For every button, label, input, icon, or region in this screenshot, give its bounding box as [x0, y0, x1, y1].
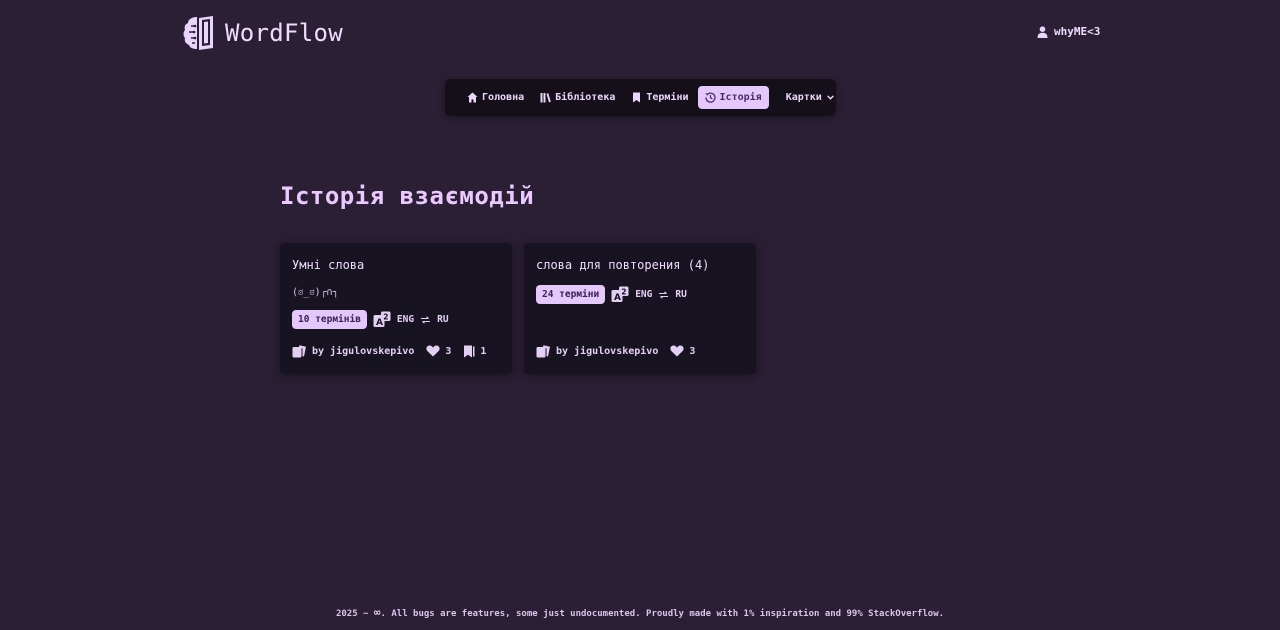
heart-icon[interactable]: [670, 345, 684, 357]
card-footer: by jigulovskepivo 3: [536, 344, 695, 358]
svg-text:2: 2: [622, 288, 627, 297]
nav-history-label: Історія: [719, 92, 762, 103]
svg-text:2: 2: [383, 313, 388, 322]
user-menu[interactable]: whyME<3: [1037, 25, 1100, 38]
footer: 2025 ~ ∞. All bugs are features, some ju…: [0, 606, 1280, 619]
chevron-down-icon: [826, 95, 834, 100]
cards-icon: [292, 345, 306, 358]
lang-from: ENG: [635, 289, 653, 300]
likes-count: 3: [689, 345, 696, 357]
card-author: by jigulovskepivo: [312, 345, 415, 357]
nav-home-label: Головна: [482, 92, 525, 103]
lang-from: ENG: [396, 314, 415, 325]
card-author: by jigulovskepivo: [556, 345, 659, 357]
footer-year: 2025 ~: [335, 609, 369, 619]
nav-terms-label: Терміни: [646, 92, 689, 103]
history-icon: [704, 92, 716, 103]
app-name: WordFlow: [225, 19, 343, 47]
nav-library[interactable]: Бібліотека: [533, 86, 622, 109]
swap-arrows-icon: [659, 290, 669, 299]
swap-arrows-icon: [421, 315, 431, 324]
card-title: слова для повторения (4): [536, 258, 710, 272]
infinity-icon: ∞: [373, 606, 381, 619]
translate-icon: A 2: [373, 311, 391, 328]
nav-history[interactable]: Історія: [697, 86, 769, 109]
main-nav: Головна Бібліотека Терміни Історія Картк…: [445, 79, 836, 116]
user-icon: [1037, 25, 1048, 38]
lang-to: RU: [437, 314, 449, 325]
saves-count: 1: [480, 345, 487, 357]
card-footer: by jigulovskepivo 3 1: [292, 344, 486, 358]
nav-library-label: Бібліотека: [555, 92, 616, 103]
nav-cards-dropdown[interactable]: Картки: [779, 86, 842, 109]
translate-icon: A 2: [611, 286, 629, 303]
bookmark-icon[interactable]: [463, 345, 475, 358]
brand[interactable]: WordFlow: [183, 14, 343, 52]
card-title: Умні слова: [292, 258, 365, 272]
terms-count-badge: 24 терміни: [536, 285, 606, 304]
set-card[interactable]: слова для повторения (4) 24 терміни A 2 …: [524, 243, 756, 374]
card-meta: 24 терміни A 2 ENG RU: [536, 285, 687, 304]
nav-terms[interactable]: Терміни: [624, 86, 695, 109]
library-icon: [540, 93, 551, 103]
page: WordFlow whyME<3 Головна Бібліотека Терм…: [0, 0, 1280, 630]
likes-count: 3: [445, 345, 452, 357]
home-icon: [467, 92, 478, 103]
nav-cards-label: Картки: [785, 92, 822, 103]
heart-icon[interactable]: [426, 345, 440, 357]
brain-book-logo-icon: [183, 16, 213, 50]
card-description: (ಠ_ಠ)┌∩┐: [292, 287, 339, 298]
user-name: whyME<3: [1054, 25, 1101, 38]
bookmark-icon: [633, 92, 641, 103]
card-meta: 10 термінів A 2 ENG RU: [292, 310, 449, 329]
set-card[interactable]: Умні слова (ಠ_ಠ)┌∩┐ 10 термінів A 2 ENG …: [280, 243, 512, 374]
cards-icon: [536, 345, 550, 358]
lang-to: RU: [675, 289, 687, 300]
page-title: Історія взаємодій: [280, 182, 535, 210]
nav-home[interactable]: Головна: [460, 86, 531, 109]
terms-count-badge: 10 термінів: [292, 310, 367, 329]
footer-text: . All bugs are features, some just undoc…: [380, 609, 945, 619]
